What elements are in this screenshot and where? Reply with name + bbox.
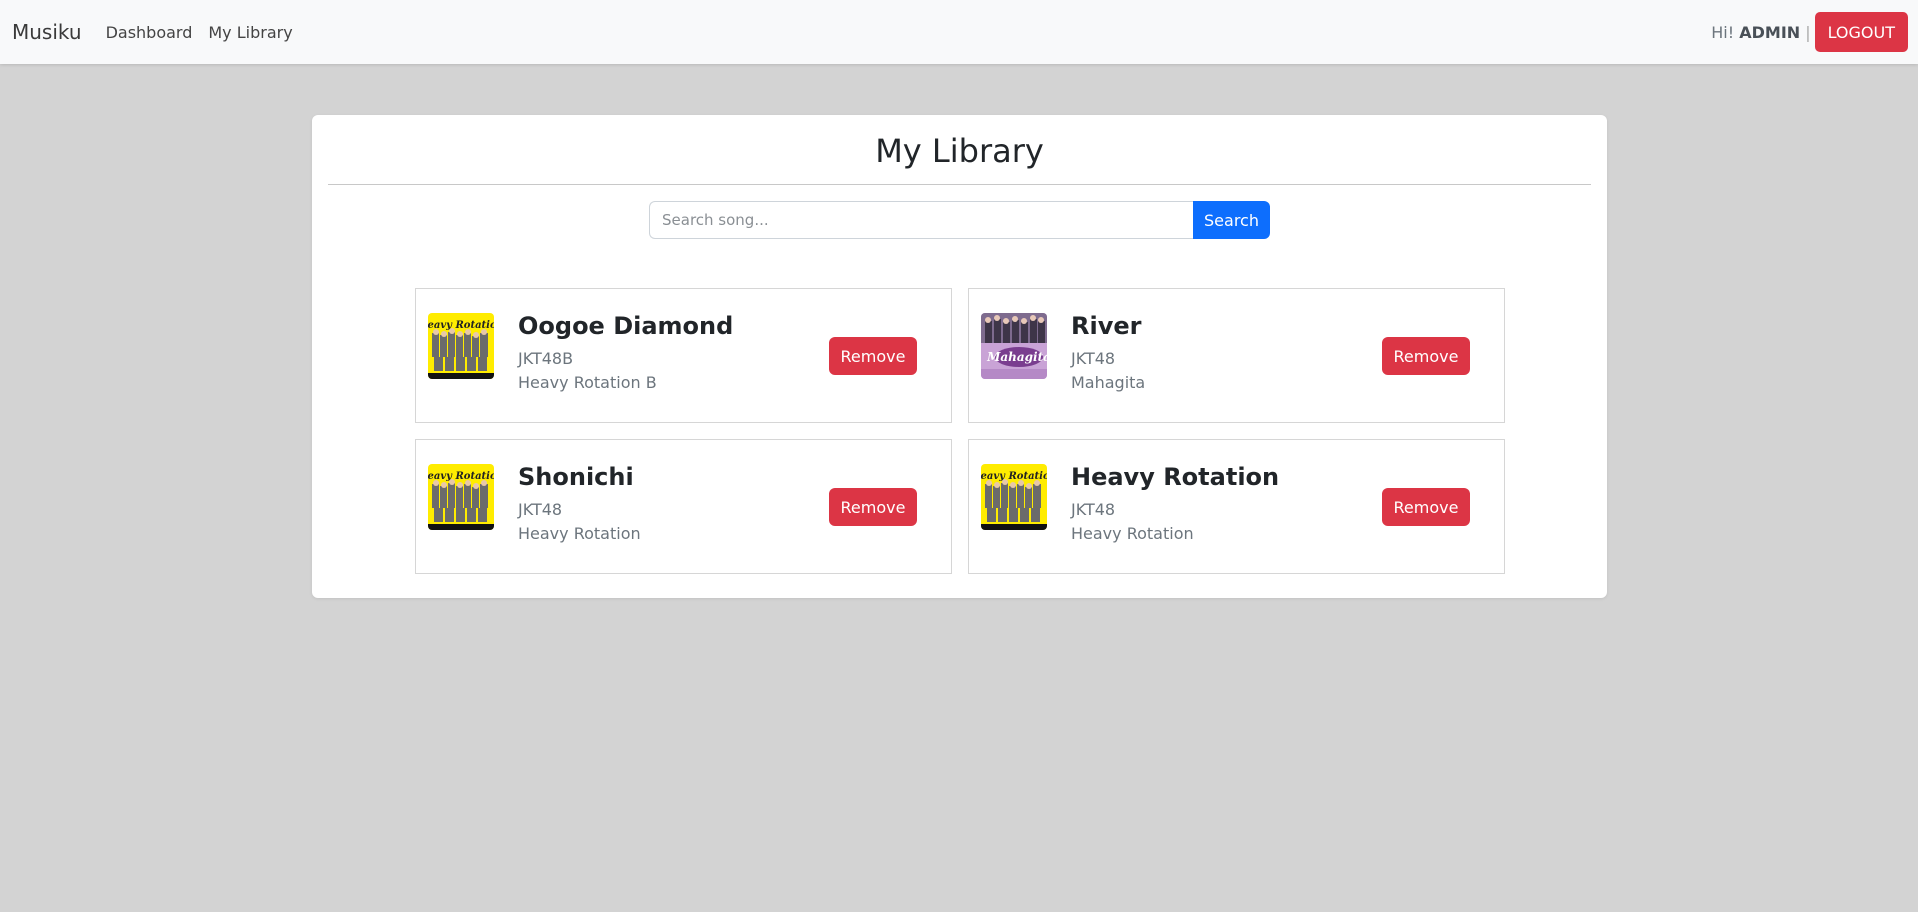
remove-button[interactable]: Remove — [1382, 488, 1470, 526]
album-cover-image: Heavy Rotation — [981, 464, 1047, 530]
remove-button[interactable]: Remove — [829, 337, 917, 375]
album-cover-image: Mahagita — [981, 313, 1047, 379]
song-card: Heavy Rotation Oogoe Diamond JKT48B Heav… — [415, 288, 952, 423]
song-title: Oogoe Diamond — [518, 312, 734, 340]
navbar-left: Musiku Dashboard My Library — [12, 20, 309, 44]
search-bar: Search — [312, 201, 1607, 239]
search-input[interactable] — [649, 201, 1193, 239]
nav-link-my-library[interactable]: My Library — [208, 23, 292, 42]
title-divider — [328, 184, 1591, 185]
song-info: River JKT48 Mahagita — [1071, 311, 1145, 395]
navbar-separator: | — [1805, 22, 1811, 42]
username: ADMIN — [1739, 22, 1801, 42]
song-album: Heavy Rotation — [518, 524, 641, 543]
navbar-right: Hi! ADMIN | LOGOUT — [1711, 12, 1908, 52]
library-card: My Library Search Heavy Rotation — [312, 115, 1607, 598]
heavy-rotation-cover-art: Heavy Rotation — [428, 464, 494, 530]
nav-link-dashboard[interactable]: Dashboard — [106, 23, 193, 42]
greeting-prefix: Hi! — [1711, 22, 1735, 42]
song-album: Heavy Rotation — [1071, 524, 1194, 543]
album-cover-image: Heavy Rotation — [428, 464, 494, 530]
heavy-rotation-cover-art: Heavy Rotation — [981, 464, 1047, 530]
brand-link[interactable]: Musiku — [12, 20, 82, 44]
song-grid: Heavy Rotation Oogoe Diamond JKT48B Heav… — [415, 288, 1505, 574]
song-title: Heavy Rotation — [1071, 463, 1280, 491]
song-artist: JKT48 — [518, 500, 563, 519]
song-info: Heavy Rotation JKT48 Heavy Rotation — [1071, 462, 1279, 546]
song-artist: JKT48 — [1071, 500, 1116, 519]
song-info: Oogoe Diamond JKT48B Heavy Rotation B — [518, 311, 733, 395]
song-title: River — [1071, 312, 1142, 340]
song-artist: JKT48 — [1071, 349, 1116, 368]
heavy-rotation-cover-art: Heavy Rotation — [428, 313, 494, 379]
song-card: Mahagita River JKT48 Mahagita Remove — [968, 288, 1505, 423]
remove-button[interactable]: Remove — [829, 488, 917, 526]
album-cover-image: Heavy Rotation — [428, 313, 494, 379]
remove-button[interactable]: Remove — [1382, 337, 1470, 375]
song-artist: JKT48B — [518, 349, 574, 368]
song-title: Shonichi — [518, 463, 634, 491]
svg-text:Mahagita: Mahagita — [986, 350, 1047, 364]
song-album: Mahagita — [1071, 373, 1146, 392]
user-greeting: Hi! ADMIN — [1711, 23, 1800, 42]
search-button[interactable]: Search — [1193, 201, 1270, 239]
top-navbar: Musiku Dashboard My Library Hi! ADMIN | … — [0, 0, 1918, 64]
song-info: Shonichi JKT48 Heavy Rotation — [518, 462, 641, 546]
song-card: Heavy Rotation Shonichi JKT48 Heavy Rota… — [415, 439, 952, 574]
mahagita-cover-art: Mahagita — [981, 313, 1047, 379]
song-card: Heavy Rotation Heavy Rotation JKT48 Heav… — [968, 439, 1505, 574]
page-title: My Library — [875, 132, 1044, 170]
song-album: Heavy Rotation B — [518, 373, 657, 392]
logout-button[interactable]: LOGOUT — [1814, 12, 1908, 52]
